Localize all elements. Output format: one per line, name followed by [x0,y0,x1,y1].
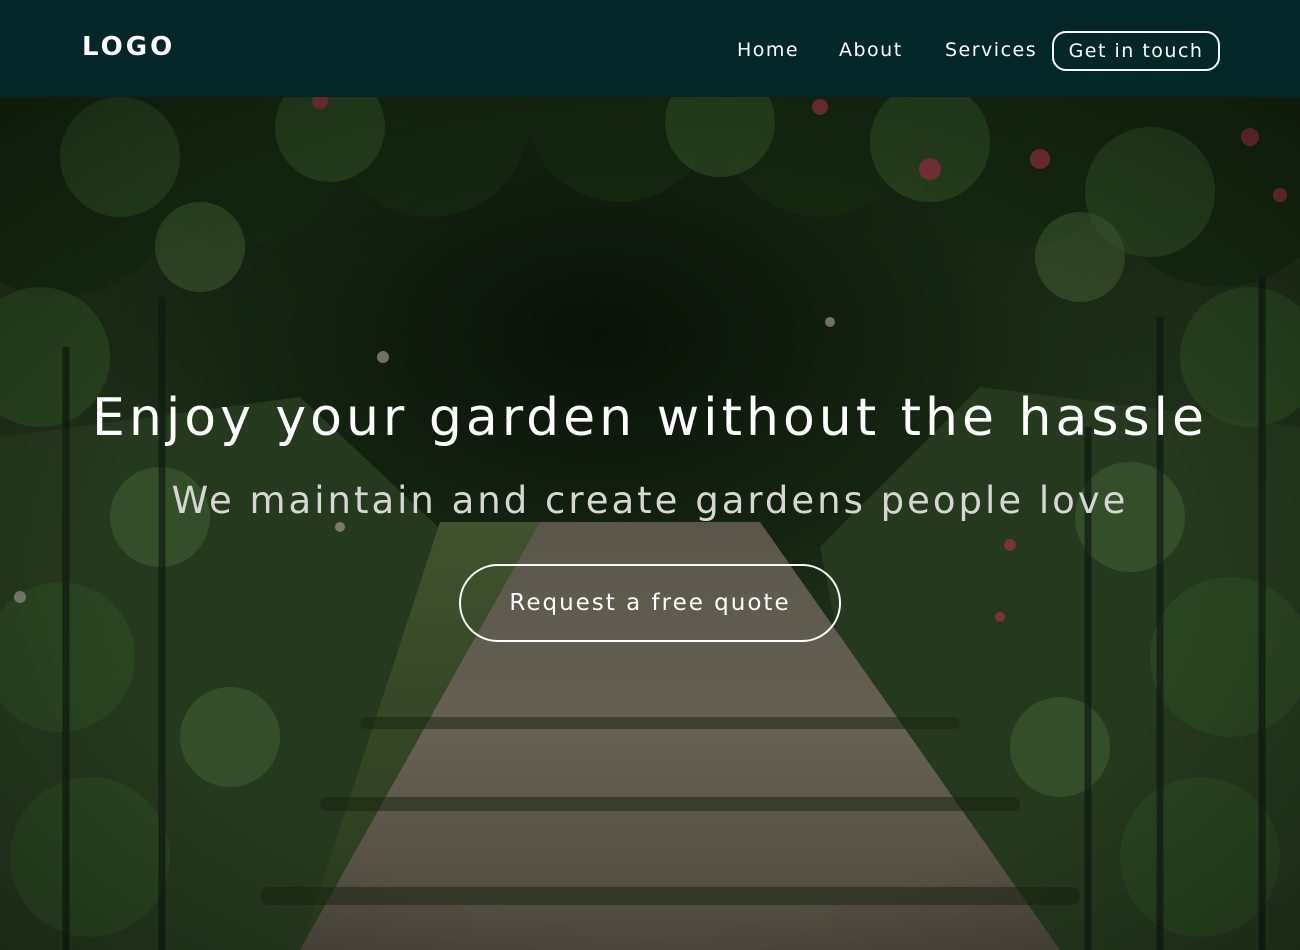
nav-home-link[interactable]: Home [737,37,799,63]
hero-subtitle: We maintain and create gardens people lo… [171,479,1129,522]
hero-title: Enjoy your garden without the hassle [92,388,1208,448]
site-header: LOGO Home About Services Get in touch [0,0,1300,97]
hero-section: Enjoy your garden without the hassle We … [0,97,1300,950]
request-quote-label: Request a free quote [509,590,791,616]
nav-services-link[interactable]: Services [945,37,1037,63]
get-in-touch-label: Get in touch [1068,40,1204,62]
get-in-touch-button[interactable]: Get in touch [1052,31,1220,71]
nav-about-link[interactable]: About [839,37,903,63]
request-quote-button[interactable]: Request a free quote [459,564,841,642]
logo[interactable]: LOGO [82,30,175,64]
